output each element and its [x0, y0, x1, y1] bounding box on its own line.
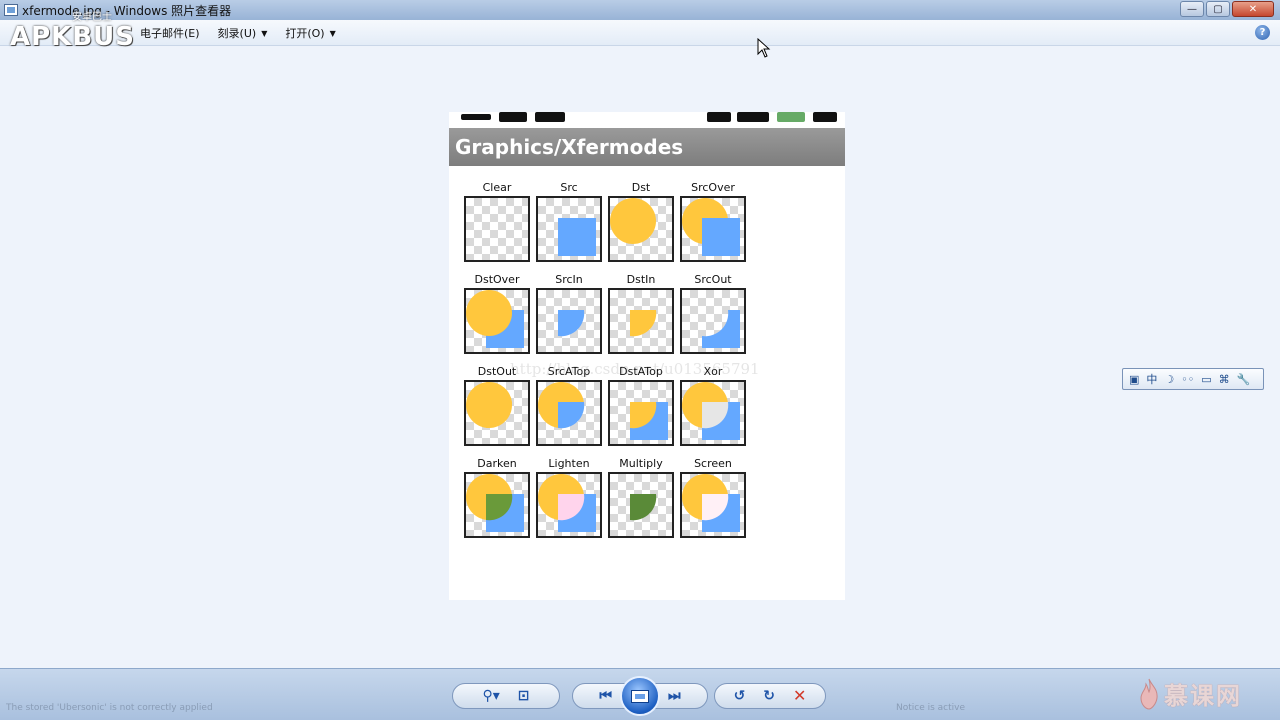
ime-keyboard-icon[interactable]: ▭ [1201, 373, 1211, 386]
menu-items: 电子邮件(E) 刻录(U) ▼ 打开(O) ▼ [140, 20, 336, 46]
delete-icon[interactable]: ✕ [793, 688, 806, 704]
mode-cell-multiply: Multiply [605, 456, 677, 538]
menu-open[interactable]: 打开(O) ▼ [285, 25, 335, 41]
xfermode-grid: Clear Src Dst SrcOver DstOver SrcIn DstI… [461, 180, 749, 538]
ime-skin-icon[interactable]: ⌘ [1219, 373, 1230, 386]
mode-label: Multiply [619, 457, 663, 470]
blog-watermark: http://blog.csdn.net/u013565791 [510, 360, 760, 378]
menu-email-label: 电子邮件(E) [140, 27, 200, 40]
next-icon[interactable]: ⏭ [668, 689, 681, 703]
mode-tile-screen [680, 472, 746, 538]
menu-bar: 电子邮件(E) 刻录(U) ▼ 打开(O) ▼ ? [0, 20, 1280, 46]
status-text-left: The stored 'Ubersonic' is not correctly … [6, 703, 213, 713]
previous-icon[interactable]: ⏮ [599, 689, 612, 703]
actual-size-icon[interactable]: ⊡ [518, 689, 530, 703]
mode-tile-dstin [608, 288, 674, 354]
mode-tile-srcatop [536, 380, 602, 446]
mode-cell-dstover: DstOver [461, 272, 533, 354]
chevron-down-icon: ▼ [329, 28, 336, 38]
mode-tile-clear [464, 196, 530, 262]
mode-label: SrcIn [555, 273, 583, 286]
imooc-brand: 慕课网 [1138, 676, 1242, 711]
rotate-clockwise-icon[interactable]: ↻ [763, 689, 775, 703]
mode-tile-srcin [536, 288, 602, 354]
mode-cell-srcout: SrcOut [677, 272, 749, 354]
zoom-controls: ⚲▾ ⊡ [452, 683, 560, 709]
edit-controls: ↺ ↻ ✕ [714, 683, 826, 709]
mode-cell-dst: Dst [605, 180, 677, 262]
menu-burn[interactable]: 刻录(U) ▼ [218, 25, 268, 41]
debug-icon [535, 112, 565, 122]
apkbus-logo: APKBUS [10, 22, 135, 52]
apkbus-logo-subtitle: 安卓巴士 [72, 12, 112, 23]
ime-chinese-mode-icon[interactable]: 中 [1146, 371, 1157, 387]
alarm-icon [813, 112, 837, 122]
mode-tile-srcover [680, 196, 746, 262]
flame-icon [1140, 678, 1158, 710]
ime-settings-icon[interactable]: 🔧 [1237, 373, 1251, 386]
menu-email[interactable]: 电子邮件(E) [140, 25, 200, 41]
mode-cell-lighten: Lighten [533, 456, 605, 538]
window-controls: — ▢ ✕ [1180, 1, 1274, 17]
mode-cell-srcin: SrcIn [533, 272, 605, 354]
ime-punctuation-icon[interactable]: ◦◦ [1181, 373, 1194, 386]
mode-tile-dstover [464, 288, 530, 354]
mode-label: SrcOver [691, 181, 735, 194]
mode-cell-darken: Darken [461, 456, 533, 538]
phone-screenshot: Graphics/Xfermodes Clear Src Dst SrcOver [449, 112, 845, 600]
ime-menu-icon[interactable]: ▣ [1129, 373, 1139, 386]
mode-tile-dstout [464, 380, 530, 446]
notification-icon [461, 114, 491, 120]
chevron-down-icon: ▼ [261, 28, 268, 38]
title-bar: xfermode.jpg - Windows 照片查看器 — ▢ ✕ [0, 0, 1280, 20]
mode-tile-xor [680, 380, 746, 446]
ime-moon-icon[interactable]: ☽ [1164, 373, 1174, 386]
menu-burn-label: 刻录(U) [217, 27, 257, 40]
mode-label: DstIn [626, 273, 656, 286]
mode-tile-dstatop [608, 380, 674, 446]
help-icon[interactable]: ? [1255, 25, 1270, 40]
mode-cell-src: Src [533, 180, 605, 262]
ime-toolbar[interactable]: ▣ 中 ☽ ◦◦ ▭ ⌘ 🔧 [1122, 368, 1264, 390]
zoom-icon[interactable]: ⚲▾ [482, 689, 499, 703]
mode-label: Clear [482, 181, 512, 194]
window-title: xfermode.jpg - Windows 照片查看器 [22, 3, 232, 18]
mode-cell-screen: Screen [677, 456, 749, 538]
mode-label: Src [560, 181, 578, 194]
menu-open-label: 打开(O) [285, 27, 325, 40]
android-status-bar [449, 112, 845, 126]
mode-tile-multiply [608, 472, 674, 538]
app-header-title: Graphics/Xfermodes [449, 128, 845, 166]
network-icon [707, 112, 731, 122]
status-text-right: Notice is active [896, 703, 966, 713]
mode-cell-srcover: SrcOver [677, 180, 749, 262]
close-window-button[interactable]: ✕ [1232, 1, 1274, 17]
signal-icon [737, 112, 769, 122]
mode-tile-srcout [680, 288, 746, 354]
mode-cell-clear: Clear [461, 180, 533, 262]
mode-label: Dst [631, 181, 651, 194]
slideshow-button[interactable] [620, 676, 660, 716]
minimize-button[interactable]: — [1180, 1, 1204, 17]
mode-label: Lighten [548, 457, 590, 470]
brand-text: 慕课网 [1164, 682, 1242, 710]
mode-tile-darken [464, 472, 530, 538]
usb-icon [499, 112, 527, 122]
mode-tile-lighten [536, 472, 602, 538]
battery-icon [777, 112, 805, 122]
mode-tile-src [536, 196, 602, 262]
mode-label: DstOver [474, 273, 520, 286]
mode-label: SrcOut [694, 273, 732, 286]
mode-label: Screen [694, 457, 732, 470]
photo-viewer-app-icon [4, 4, 18, 16]
slideshow-icon [631, 689, 649, 703]
mode-cell-dstin: DstIn [605, 272, 677, 354]
maximize-button[interactable]: ▢ [1206, 1, 1230, 17]
mode-label: Darken [477, 457, 517, 470]
mode-tile-dst [608, 196, 674, 262]
rotate-counterclockwise-icon[interactable]: ↺ [734, 689, 746, 703]
